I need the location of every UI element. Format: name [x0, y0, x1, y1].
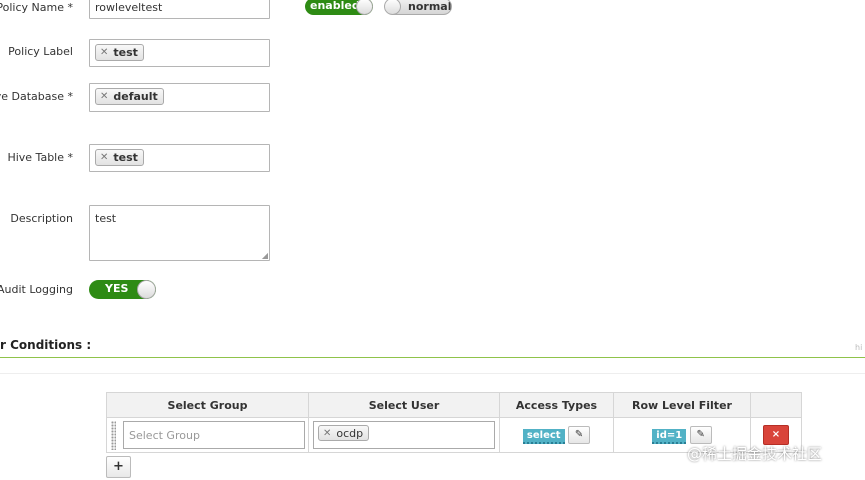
close-icon: × — [771, 429, 781, 440]
description-textarea[interactable]: test ◢ — [89, 205, 270, 261]
hive-database-token: ✕ default — [95, 88, 164, 105]
audit-logging-knob — [137, 280, 156, 299]
select-group-input[interactable]: Select Group — [123, 421, 305, 449]
hive-database-label: ive Database * — [0, 90, 73, 103]
header-select-group: Select Group — [106, 392, 309, 418]
edit-row-filter-button[interactable]: ✎ — [689, 426, 712, 444]
header-select-user: Select User — [308, 392, 500, 418]
header-access-types: Access Types — [499, 392, 614, 418]
hive-database-input[interactable]: ✕ default — [89, 83, 270, 112]
audit-logging-label: Audit Logging — [0, 283, 73, 296]
policy-status-label: enabled — [310, 0, 360, 12]
access-types-cell: select ✎ — [499, 417, 614, 453]
policy-label-input[interactable]: ✕ test — [89, 39, 270, 67]
hive-database-token-text: default — [113, 90, 158, 103]
section-subdivider — [0, 373, 865, 374]
select-user-input[interactable]: ✕ ocdp — [313, 421, 495, 449]
select-group-placeholder: Select Group — [129, 429, 200, 442]
token-remove-icon[interactable]: ✕ — [100, 152, 108, 163]
policy-name-input[interactable]: rowleveltest — [89, 0, 270, 19]
token-remove-icon[interactable]: ✕ — [100, 47, 108, 58]
delete-row-button[interactable]: × — [763, 425, 789, 445]
hive-table-label: Hive Table * — [7, 151, 73, 164]
policy-type-toggle[interactable]: normal — [384, 0, 452, 15]
conditions-section-title: r Conditions : — [0, 338, 92, 352]
hive-table-token-text: test — [113, 151, 138, 164]
plus-icon: + — [113, 459, 124, 474]
policy-label-token: ✕ test — [95, 44, 144, 61]
drag-handle-icon[interactable] — [111, 421, 116, 450]
policy-label-token-text: test — [113, 46, 138, 59]
user-token-text: ocdp — [336, 426, 364, 440]
pencil-icon: ✎ — [574, 429, 584, 440]
token-remove-icon[interactable]: ✕ — [100, 91, 108, 102]
pencil-icon: ✎ — [696, 429, 705, 440]
audit-logging-toggle[interactable]: YES — [89, 280, 156, 299]
policy-status-toggle[interactable]: enabled — [305, 0, 373, 15]
conditions-header-row: Select Group Select User Access Types Ro… — [106, 392, 802, 418]
add-condition-button[interactable]: + — [106, 456, 131, 478]
edit-access-types-button[interactable]: ✎ — [568, 426, 591, 444]
audit-logging-toggle-label: YES — [105, 282, 129, 295]
access-type-badge: select — [522, 429, 565, 444]
description-value: test — [95, 212, 117, 225]
resize-handle-icon[interactable]: ◢ — [262, 251, 268, 260]
token-remove-icon[interactable]: ✕ — [323, 428, 331, 439]
user-token: ✕ ocdp — [318, 425, 370, 441]
row-filter-badge: id=1 — [652, 429, 687, 444]
header-actions — [750, 392, 802, 418]
user-cell: ✕ ocdp — [308, 417, 500, 453]
description-label: Description — [10, 212, 73, 225]
header-row-level-filter: Row Level Filter — [613, 392, 751, 418]
hive-table-input[interactable]: ✕ test — [89, 144, 270, 172]
policy-type-label: normal — [408, 0, 452, 13]
policy-label-label: Policy Label — [8, 45, 73, 58]
policy-status-knob — [356, 0, 373, 15]
section-divider — [0, 357, 865, 358]
conditions-corner-text: hi — [855, 343, 863, 352]
policy-name-value: rowleveltest — [95, 1, 163, 14]
group-cell: Select Group — [106, 417, 309, 453]
watermark: @稀土掘金技术社区 — [687, 445, 823, 463]
policy-type-knob — [385, 0, 401, 14]
hive-table-token: ✕ test — [95, 149, 144, 166]
policy-name-label: Policy Name * — [0, 1, 73, 14]
